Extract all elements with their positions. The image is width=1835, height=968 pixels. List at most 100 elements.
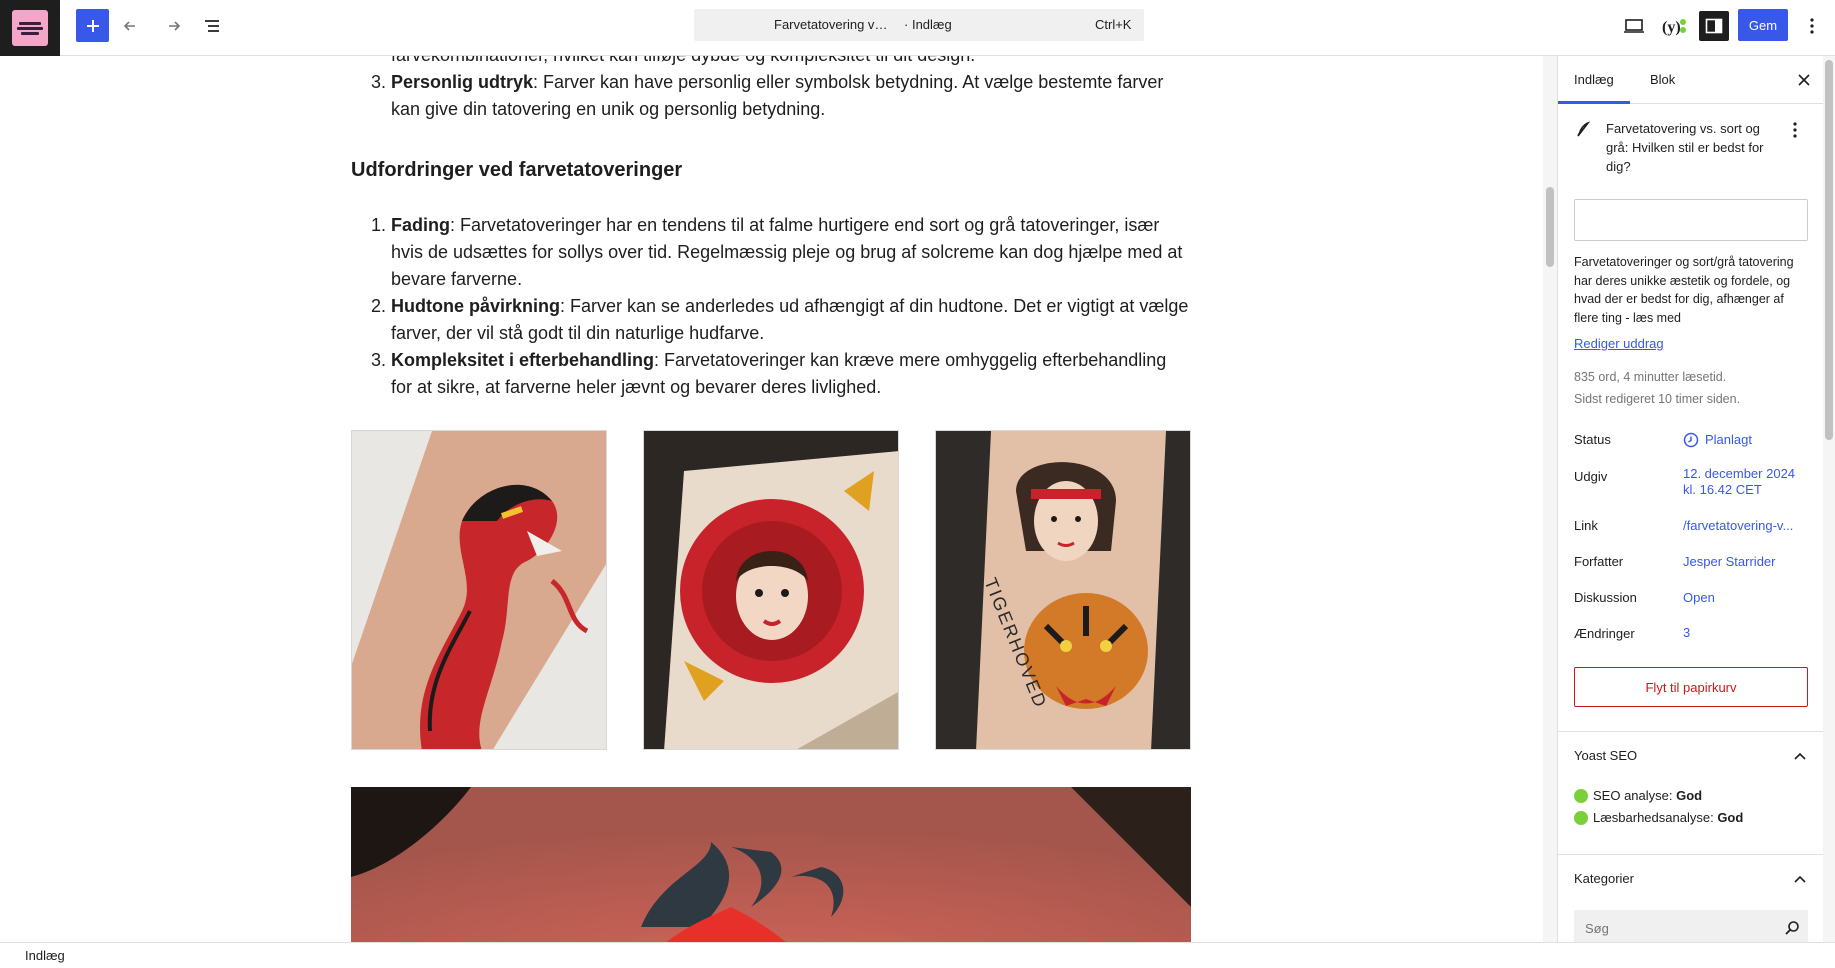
document-title: Farvetatovering vs. sort og grå: Hvilken… xyxy=(774,17,891,32)
categories-panel-toggle[interactable] xyxy=(1792,871,1808,887)
rose-tattoo-image xyxy=(644,431,898,749)
yoast-panel-title[interactable]: Yoast SEO xyxy=(1574,748,1637,763)
divider xyxy=(1558,731,1823,732)
options-menu-button[interactable] xyxy=(1800,11,1824,41)
status-label: Status xyxy=(1574,432,1611,447)
editor-scrollbar[interactable] xyxy=(1543,56,1557,942)
neck-tattoo-image xyxy=(351,787,1191,942)
list-item-bold: Personlig udtryk xyxy=(391,72,534,92)
save-button[interactable]: Gem xyxy=(1738,9,1788,41)
gallery-image-tiger-tattoo[interactable]: TIGERHOVED xyxy=(935,430,1191,750)
close-icon xyxy=(1798,74,1810,86)
edit-excerpt-link[interactable]: Rediger uddrag xyxy=(1574,334,1664,353)
redo-button[interactable] xyxy=(156,9,188,42)
gallery-image-rose-tattoo[interactable] xyxy=(643,430,899,750)
benefits-list[interactable]: Personlig udtryk: Farver kan have person… xyxy=(351,69,1191,123)
sidebar-scrollbar-thumb[interactable] xyxy=(1825,60,1833,440)
list-item-bold: Kompleksitet i efterbehandling xyxy=(391,350,655,370)
sidebar-toggle-icon xyxy=(1705,18,1723,34)
editor-scrollbar-thumb[interactable] xyxy=(1546,187,1554,267)
large-neck-tattoo-image[interactable] xyxy=(351,787,1191,942)
revisions-label: Ændringer xyxy=(1574,626,1635,641)
redo-icon xyxy=(169,20,181,31)
chevron-up-icon xyxy=(1794,875,1806,883)
discussion-label: Diskussion xyxy=(1574,590,1637,605)
list-view-button[interactable] xyxy=(196,9,228,42)
post-summary-title: Farvetatovering vs. sort og grå: Hvilken… xyxy=(1606,121,1764,174)
undo-button[interactable] xyxy=(116,9,148,42)
seo-analysis-label: SEO analyse: xyxy=(1593,788,1677,803)
challenges-list[interactable]: Fading: Farvetatoveringer har en tendens… xyxy=(351,212,1191,401)
site-logo[interactable] xyxy=(0,0,60,56)
sidebar-scrollbar[interactable] xyxy=(1823,56,1835,942)
undo-icon xyxy=(123,20,135,31)
readability-status: Læsbarhedsanalyse: God xyxy=(1574,810,1743,825)
list-item[interactable]: Personlig udtryk: Farver kan have person… xyxy=(391,69,1191,123)
list-item[interactable]: Hudtone påvirkning: Farver kan se anderl… xyxy=(391,293,1191,347)
command-shortcut: Ctrl+K xyxy=(1095,17,1132,32)
add-block-button[interactable] xyxy=(76,9,109,42)
list-item-bold: Hudtone påvirkning xyxy=(391,296,561,316)
readability-value: God xyxy=(1717,810,1744,825)
featured-image-field[interactable] xyxy=(1574,199,1808,241)
chevron-up-icon xyxy=(1794,752,1806,760)
seo-analysis-value: God xyxy=(1676,788,1703,803)
editor-canvas[interactable]: farvekombinationer, hvilket kan tilføje … xyxy=(0,56,1543,942)
status-text: Planlagt xyxy=(1705,432,1752,447)
last-edited: Sidst redigeret 10 timer siden. xyxy=(1574,392,1741,406)
list-item-bold: Fading xyxy=(391,215,450,235)
list-item[interactable]: Fading: Farvetatoveringer har en tendens… xyxy=(391,212,1191,293)
word-count: 835 ord, 4 minutter læsetid. xyxy=(1574,370,1727,384)
preview-desktop-icon xyxy=(1624,19,1644,33)
tiger-tattoo-image: TIGERHOVED xyxy=(936,431,1190,749)
permalink[interactable]: /farvetatovering-v... xyxy=(1683,518,1793,534)
close-sidebar-button[interactable] xyxy=(1792,68,1816,92)
yoast-icon: (y) xyxy=(1662,19,1686,36)
post-excerpt: Farvetatoveringer og sort/grå tatovering… xyxy=(1574,255,1794,325)
author-value[interactable]: Jesper Starrider xyxy=(1683,554,1775,570)
breadcrumb-item[interactable]: Indlæg xyxy=(25,948,65,963)
clock-icon xyxy=(1683,432,1699,448)
smile-icon xyxy=(1574,810,1588,825)
publish-label: Udgiv xyxy=(1574,469,1608,484)
document-type: Indlæg xyxy=(904,17,952,32)
sidebar-tabs: Indlæg Blok xyxy=(1558,56,1823,104)
author-label: Forfatter xyxy=(1574,554,1624,569)
block-breadcrumb-bar: Indlæg xyxy=(0,942,1835,968)
revisions-value[interactable]: 3 xyxy=(1683,625,1690,641)
tab-block[interactable]: Blok xyxy=(1634,56,1691,104)
link-label: Link xyxy=(1574,518,1598,533)
settings-sidebar-toggle[interactable] xyxy=(1699,11,1729,41)
move-to-trash-button[interactable]: Flyt til papirkurv xyxy=(1574,667,1808,707)
readability-label: Læsbarhedsanalyse: xyxy=(1593,810,1718,825)
publish-date[interactable]: 12. december 2024 kl. 16.42 CET xyxy=(1683,466,1798,498)
yoast-button[interactable]: (y) xyxy=(1659,11,1689,41)
preview-button[interactable] xyxy=(1619,11,1649,41)
kebab-menu-icon xyxy=(1810,18,1814,34)
section-heading[interactable]: Udfordringer ved farvetatoveringer xyxy=(351,156,1191,184)
list-item[interactable]: Kompleksitet i efterbehandling: Farvetat… xyxy=(391,347,1191,401)
post-actions-button[interactable] xyxy=(1789,122,1801,142)
seo-analysis-status: SEO analyse: God xyxy=(1574,788,1702,803)
category-search xyxy=(1574,910,1808,942)
paragraph-fragment[interactable]: farvekombinationer, hvilket kan tilføje … xyxy=(391,56,1191,69)
smile-icon xyxy=(1574,788,1588,803)
settings-sidebar: Indlæg Blok Farvetatovering vs. sort og … xyxy=(1557,56,1823,942)
yoast-panel-toggle[interactable] xyxy=(1792,748,1808,764)
svg-text:(y): (y) xyxy=(1662,19,1681,36)
editor-header: Farvetatovering vs. sort og grå: Hvilken… xyxy=(0,0,1835,56)
list-view-icon xyxy=(205,19,219,32)
site-icon xyxy=(12,10,48,46)
snake-tattoo-image xyxy=(352,431,606,749)
kebab-menu-icon xyxy=(1793,122,1797,138)
search-icon[interactable] xyxy=(1784,920,1800,936)
list-item-text: : Farvetatoveringer har en tendens til a… xyxy=(391,215,1183,289)
divider xyxy=(1558,854,1823,855)
categories-panel-title[interactable]: Kategorier xyxy=(1574,871,1634,886)
status-value[interactable]: Planlagt xyxy=(1683,432,1752,448)
category-search-input[interactable] xyxy=(1574,910,1774,942)
tab-post[interactable]: Indlæg xyxy=(1558,56,1630,104)
command-palette-bar[interactable]: Farvetatovering vs. sort og grå: Hvilken… xyxy=(694,9,1144,41)
discussion-value[interactable]: Open xyxy=(1683,590,1715,606)
gallery-image-snake-tattoo[interactable] xyxy=(351,430,607,750)
